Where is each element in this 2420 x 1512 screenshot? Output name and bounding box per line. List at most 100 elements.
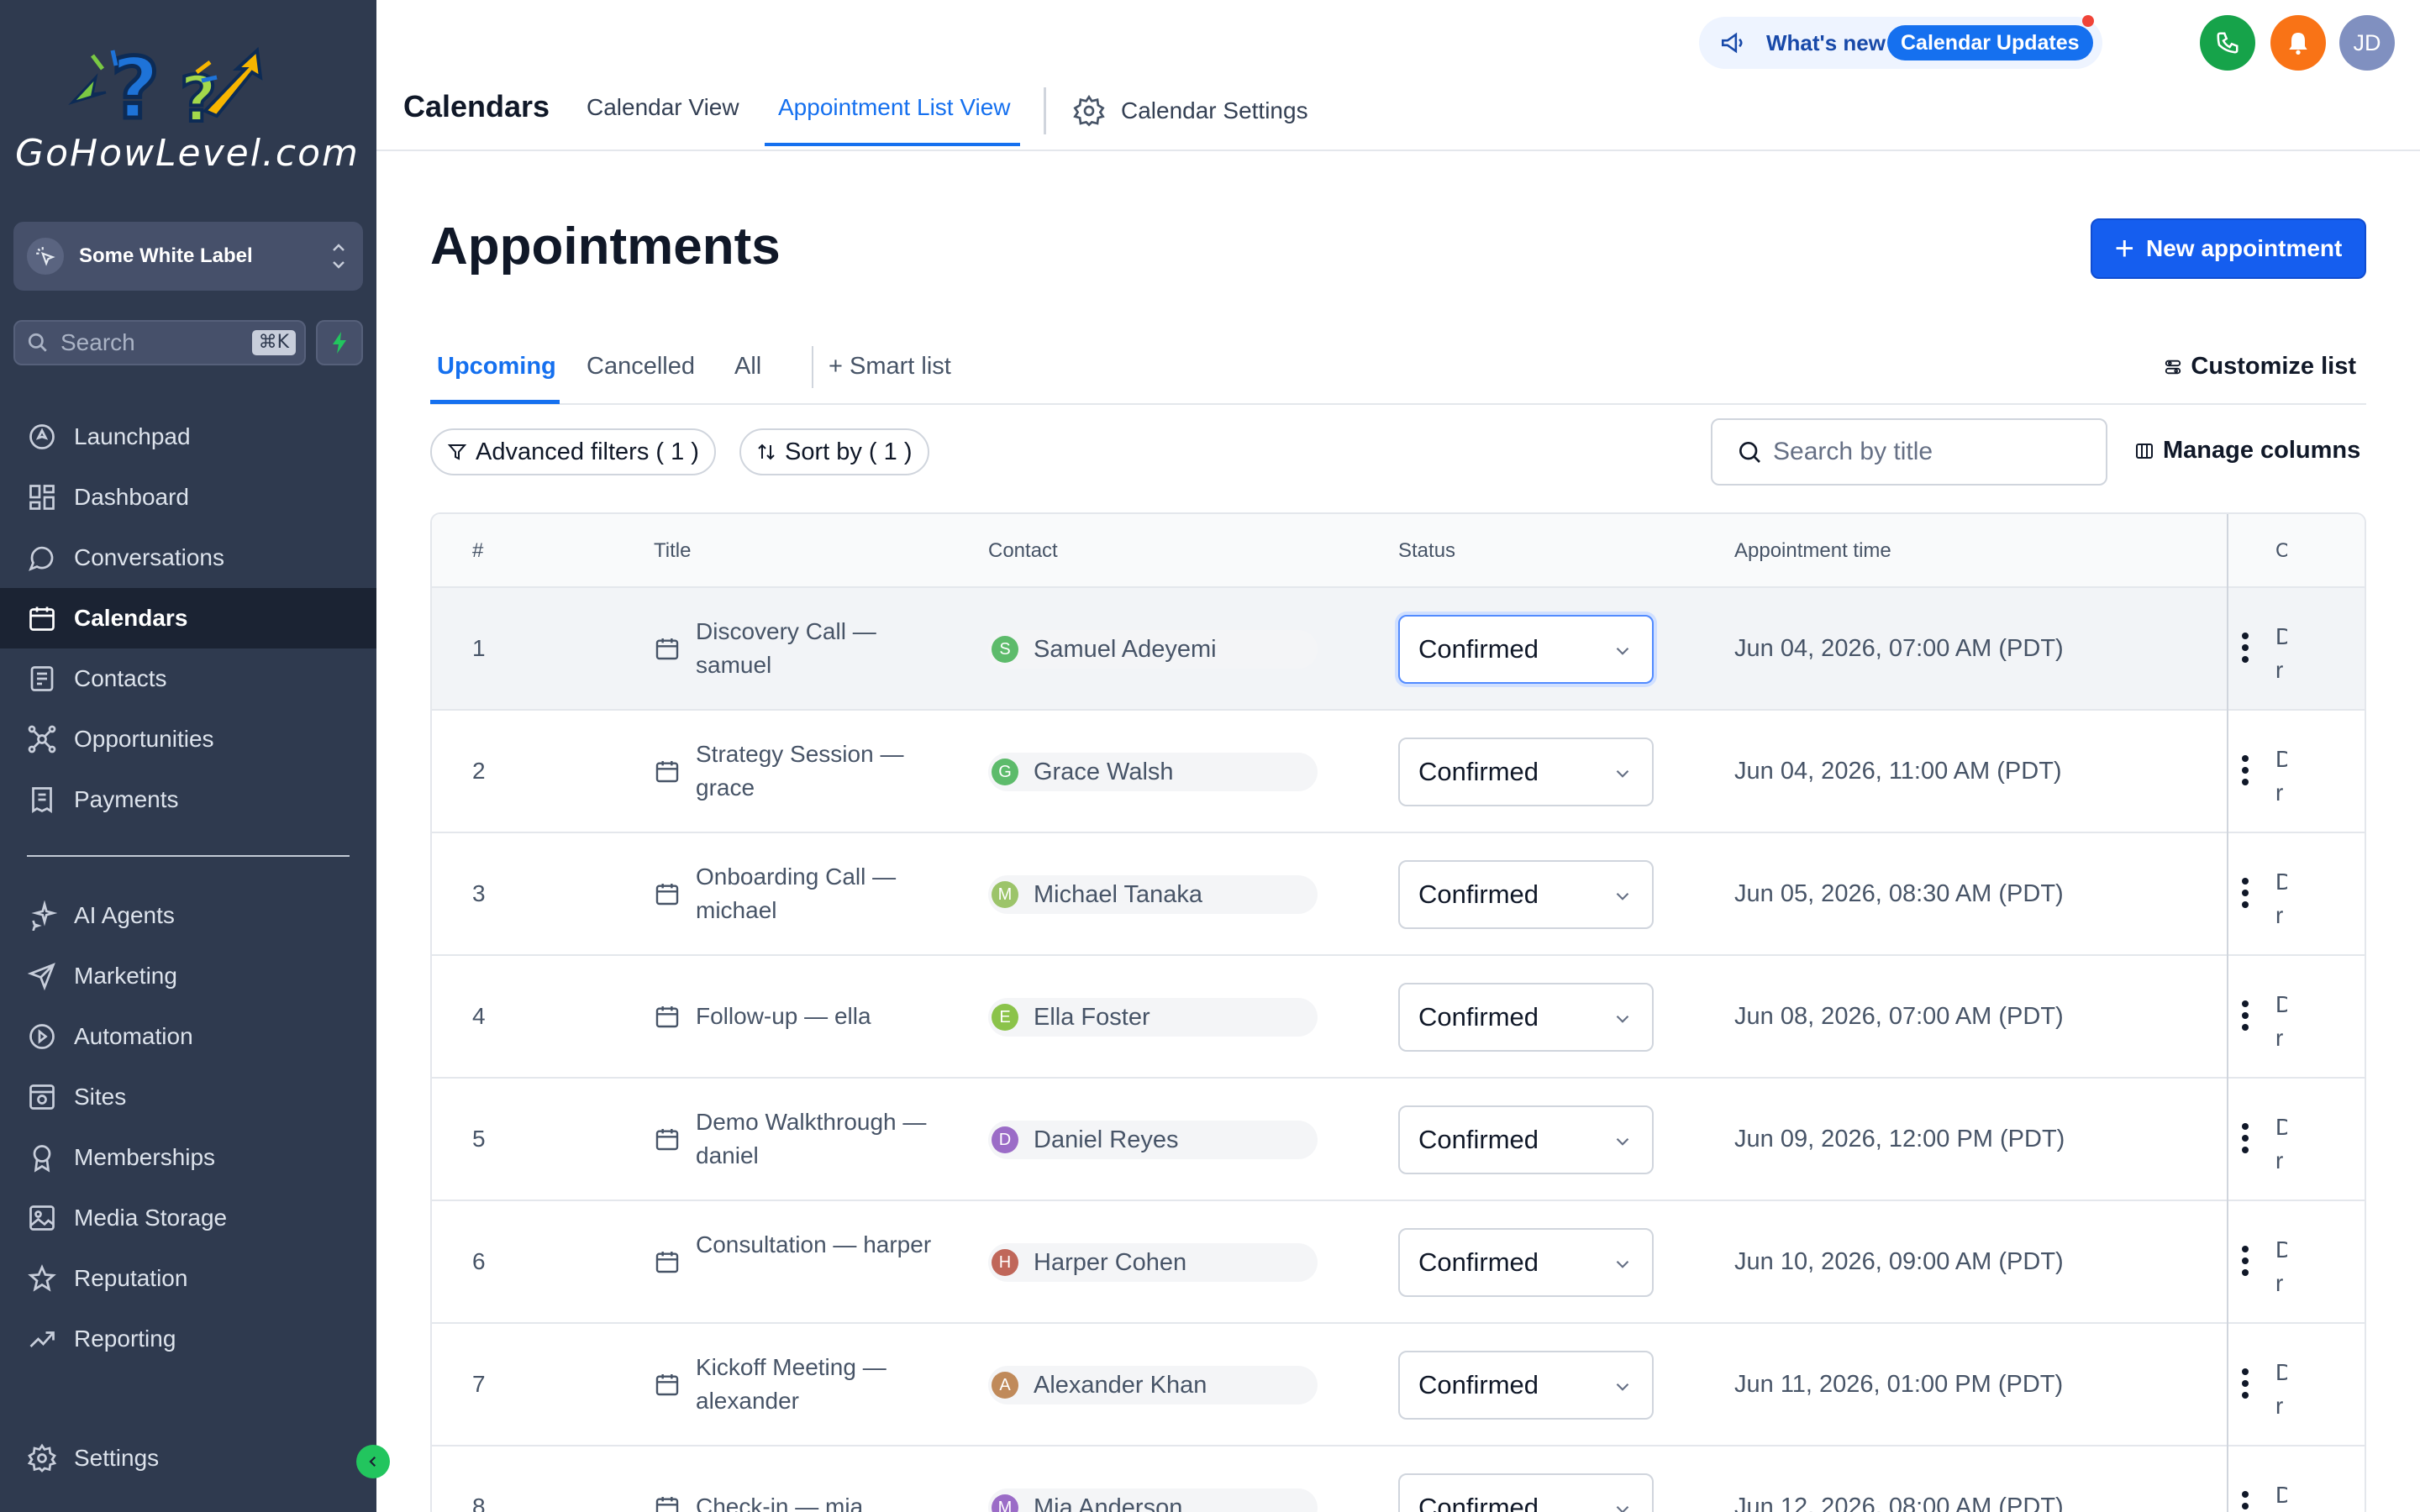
row-actions-button[interactable]	[2228, 1487, 2262, 1512]
sidebar-item-marketing[interactable]: Marketing	[0, 946, 376, 1006]
tab-calendar-view[interactable]: Calendar View	[587, 94, 739, 121]
tab-appointment-list-view[interactable]: Appointment List View	[778, 94, 1011, 121]
tab-calendar-settings-label: Calendar Settings	[1121, 97, 1308, 123]
appointment-title[interactable]: Follow-up — ella	[696, 1000, 939, 1033]
row-actions-button[interactable]	[2228, 751, 2262, 793]
status-select[interactable]: Confirmed	[1398, 983, 1654, 1052]
whats-new-button[interactable]: What's new Calendar Updates	[1699, 17, 2102, 69]
table-row[interactable]: 8 Check-in — mia M Mia Anderson Confirmed Jun…	[432, 1446, 2365, 1512]
contact-chip[interactable]: D Daniel Reyes	[988, 1121, 1318, 1159]
contact-avatar: D	[992, 1126, 1018, 1153]
kebab-icon	[2240, 631, 2250, 669]
sidebar-item-opportunities[interactable]: Opportunities	[0, 709, 376, 769]
column-header-status[interactable]: Status	[1398, 539, 1455, 563]
columns-icon	[2136, 443, 2153, 459]
status-select[interactable]: Confirmed	[1398, 1473, 1654, 1512]
status-select[interactable]: Confirmed	[1398, 860, 1654, 929]
contact-chip[interactable]: H Harper Cohen	[988, 1243, 1318, 1282]
row-actions-button[interactable]	[2228, 1242, 2262, 1284]
clipped-cell: D r	[2275, 869, 2287, 928]
account-switcher[interactable]: Some White Label	[13, 222, 363, 291]
sidebar-item-label: Marketing	[74, 963, 177, 989]
contact-chip[interactable]: G Grace Walsh	[988, 753, 1318, 791]
row-actions-button[interactable]	[2228, 874, 2262, 916]
sidebar-item-sites[interactable]: Sites	[0, 1067, 376, 1127]
status-select[interactable]: Confirmed	[1398, 738, 1654, 806]
sidebar-item-payments[interactable]: Payments	[0, 769, 376, 830]
sidebar-item-reputation[interactable]: Reputation	[0, 1248, 376, 1309]
appointment-title[interactable]: Strategy Session — grace	[696, 738, 939, 805]
table-row[interactable]: 4 Follow-up — ella E Ella Foster Confirmed Ju…	[432, 956, 2365, 1079]
column-header-appointment-time[interactable]: Appointment time	[1734, 539, 1891, 563]
table-row[interactable]: 1 Discovery Call — samuel S Samuel Adeyemi C…	[432, 588, 2365, 711]
sidebar-item-conversations[interactable]: Conversations	[0, 528, 376, 588]
appointment-title[interactable]: Discovery Call — samuel	[696, 615, 939, 682]
send-icon	[27, 963, 55, 991]
notifications-button[interactable]	[2270, 15, 2326, 71]
appointment-title[interactable]: Onboarding Call — michael	[696, 860, 939, 927]
sidebar-item-media-storage[interactable]: Media Storage	[0, 1188, 376, 1248]
contact-chip[interactable]: A Alexander Khan	[988, 1366, 1318, 1404]
calendar-icon	[654, 1126, 681, 1152]
contacts-icon	[30, 666, 54, 691]
sidebar-item-automation[interactable]: Automation	[0, 1006, 376, 1067]
appointment-title[interactable]: Kickoff Meeting — alexander	[696, 1351, 939, 1418]
new-appointment-button[interactable]: + New appointment	[2091, 218, 2366, 279]
phone-button[interactable]	[2200, 15, 2255, 71]
tab-upcoming[interactable]: Upcoming	[437, 353, 556, 381]
contact-name: Harper Cohen	[1034, 1248, 1187, 1276]
table-row[interactable]: 3 Onboarding Call — michael M Michael Tanak…	[432, 833, 2365, 956]
row-actions-button[interactable]	[2228, 1364, 2262, 1406]
brand-logo[interactable]: ? ? GoHowLevel.com	[12, 44, 373, 186]
sidebar-item-launchpad[interactable]: Launchpad	[0, 407, 376, 467]
sidebar-item-ai-agents[interactable]: AI Agents	[0, 885, 376, 946]
row-actions-button[interactable]	[2228, 1119, 2262, 1161]
calendar-icon	[654, 1494, 681, 1512]
tab-all[interactable]: All	[734, 353, 761, 381]
appointment-title[interactable]: Check-in — mia	[696, 1490, 939, 1512]
contact-chip[interactable]: E Ella Foster	[988, 998, 1318, 1037]
row-actions-button[interactable]	[2228, 996, 2262, 1038]
contact-chip[interactable]: S Samuel Adeyemi	[988, 630, 1318, 669]
contact-chip[interactable]: M Mia Anderson	[988, 1488, 1318, 1512]
manage-columns-button[interactable]: Manage columns	[2134, 437, 2360, 465]
table-row[interactable]: 7 Kickoff Meeting — alexander A Alexander K…	[432, 1324, 2365, 1446]
sidebar-item-memberships[interactable]: Memberships	[0, 1127, 376, 1188]
sort-by-label: Sort by ( 1 )	[785, 438, 913, 465]
row-actions-button[interactable]	[2228, 628, 2262, 670]
table-row[interactable]: 6 Consultation — harper H Harper Cohen Confi…	[432, 1201, 2365, 1324]
tab-cancelled[interactable]: Cancelled	[587, 353, 695, 381]
calendar-updates-pill[interactable]: Calendar Updates	[1887, 25, 2093, 60]
user-avatar[interactable]: JD	[2339, 15, 2395, 71]
smart-list-button[interactable]: + Smart list	[829, 353, 951, 381]
gear-icon	[27, 1443, 57, 1473]
contact-chip[interactable]: M Michael Tanaka	[988, 875, 1318, 914]
advanced-filters-button[interactable]: Advanced filters ( 1 )	[430, 428, 716, 475]
sidebar-search[interactable]: Search ⌘K	[13, 320, 306, 365]
tab-calendar-settings[interactable]: Calendar Settings	[1072, 94, 1308, 128]
appointment-title[interactable]: Consultation — harper	[696, 1228, 939, 1262]
table-row[interactable]: 2 Strategy Session — grace G Grace Walsh Con…	[432, 711, 2365, 833]
appointment-title[interactable]: Demo Walkthrough — daniel	[696, 1105, 939, 1173]
contact-name: Michael Tanaka	[1034, 880, 1202, 908]
sidebar-item-label: Contacts	[74, 665, 167, 691]
sort-by-button[interactable]: Sort by ( 1 )	[739, 428, 929, 475]
sidebar-item-calendars[interactable]: Calendars	[0, 588, 376, 648]
sidebar-item-contacts[interactable]: Contacts	[0, 648, 376, 709]
sidebar-item-label: Launchpad	[74, 423, 191, 449]
sidebar-item-reporting[interactable]: Reporting	[0, 1309, 376, 1369]
quick-action-button[interactable]	[316, 320, 363, 365]
sidebar-item-dashboard[interactable]: Dashboard	[0, 467, 376, 528]
status-select[interactable]: Confirmed	[1398, 615, 1654, 684]
status-select[interactable]: Confirmed	[1398, 1105, 1654, 1174]
search-input[interactable]: Search by title	[1711, 418, 2107, 486]
status-select[interactable]: Confirmed	[1398, 1228, 1654, 1297]
status-value: Confirmed	[1418, 879, 1539, 909]
sidebar-item-settings[interactable]: Settings	[0, 1428, 376, 1488]
column-header-contact[interactable]: Contact	[988, 539, 1058, 563]
table-row[interactable]: 5 Demo Walkthrough — daniel D Daniel Reyes C…	[432, 1079, 2365, 1201]
customize-list-button[interactable]: Customize list	[2164, 353, 2356, 381]
column-header-title[interactable]: Title	[654, 539, 691, 563]
row-number: 7	[472, 1371, 486, 1397]
status-select[interactable]: Confirmed	[1398, 1351, 1654, 1420]
